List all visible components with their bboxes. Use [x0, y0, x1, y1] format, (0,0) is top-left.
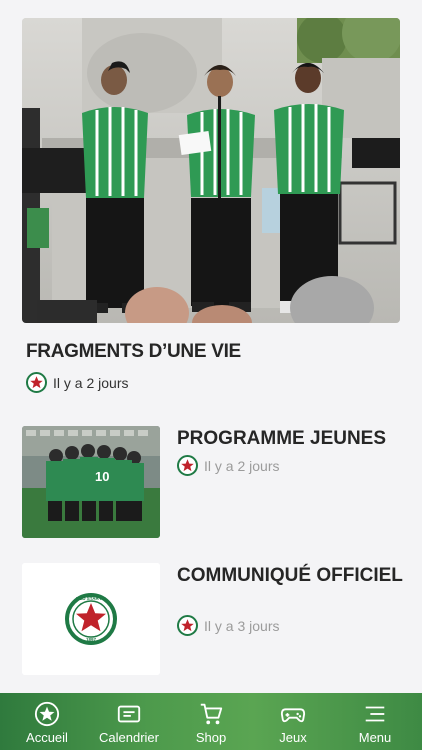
- jersey-number: 10: [95, 469, 109, 484]
- logo-text: RED STAR FC: [76, 596, 107, 601]
- tab-label: Jeux: [279, 730, 307, 745]
- ticket-icon: [117, 705, 141, 723]
- hamburger-icon: [365, 706, 385, 722]
- logo-year: 1897: [86, 637, 97, 642]
- article-meta-programme-jeunes: Il y a 2 jours: [177, 455, 279, 476]
- hero-article-time: Il y a 2 jours: [53, 374, 129, 391]
- club-logo-icon: [177, 615, 198, 636]
- tab-label: Shop: [195, 730, 227, 745]
- article-time: Il y a 2 jours: [204, 457, 280, 474]
- tab-calendrier[interactable]: Calendrier: [88, 693, 170, 750]
- star-badge-icon: [34, 701, 60, 727]
- bottom-tab-bar: Accueil Calendrier Shop Jeux Menu: [0, 693, 422, 750]
- gamepad-icon: [280, 708, 306, 723]
- tab-menu[interactable]: Menu: [334, 693, 416, 750]
- tab-label: Accueil: [26, 730, 68, 745]
- club-logo-icon: [26, 372, 47, 393]
- tab-label: Calendrier: [99, 730, 159, 745]
- article-meta-communique-officiel: Il y a 3 jours: [177, 615, 279, 636]
- tab-jeux[interactable]: Jeux: [252, 693, 334, 750]
- hero-article-meta: Il y a 2 jours: [26, 372, 128, 393]
- tab-accueil[interactable]: Accueil: [6, 693, 88, 750]
- article-thumbnail-communique-officiel[interactable]: RED STAR FC 1897: [22, 563, 160, 675]
- article-time: Il y a 3 jours: [204, 617, 280, 634]
- hero-article-title[interactable]: FRAGMENTS D’UNE VIE: [26, 341, 241, 363]
- tab-shop[interactable]: Shop: [170, 693, 252, 750]
- article-thumbnail-programme-jeunes[interactable]: 10: [22, 426, 160, 538]
- cart-icon: [200, 703, 223, 725]
- article-title-programme-jeunes[interactable]: PROGRAMME JEUNES: [177, 428, 407, 450]
- hero-article-image[interactable]: [22, 18, 400, 323]
- article-title-communique-officiel[interactable]: COMMUNIQUÉ OFFICIEL: [177, 565, 407, 587]
- club-logo-icon: [177, 455, 198, 476]
- tab-label: Menu: [358, 730, 392, 745]
